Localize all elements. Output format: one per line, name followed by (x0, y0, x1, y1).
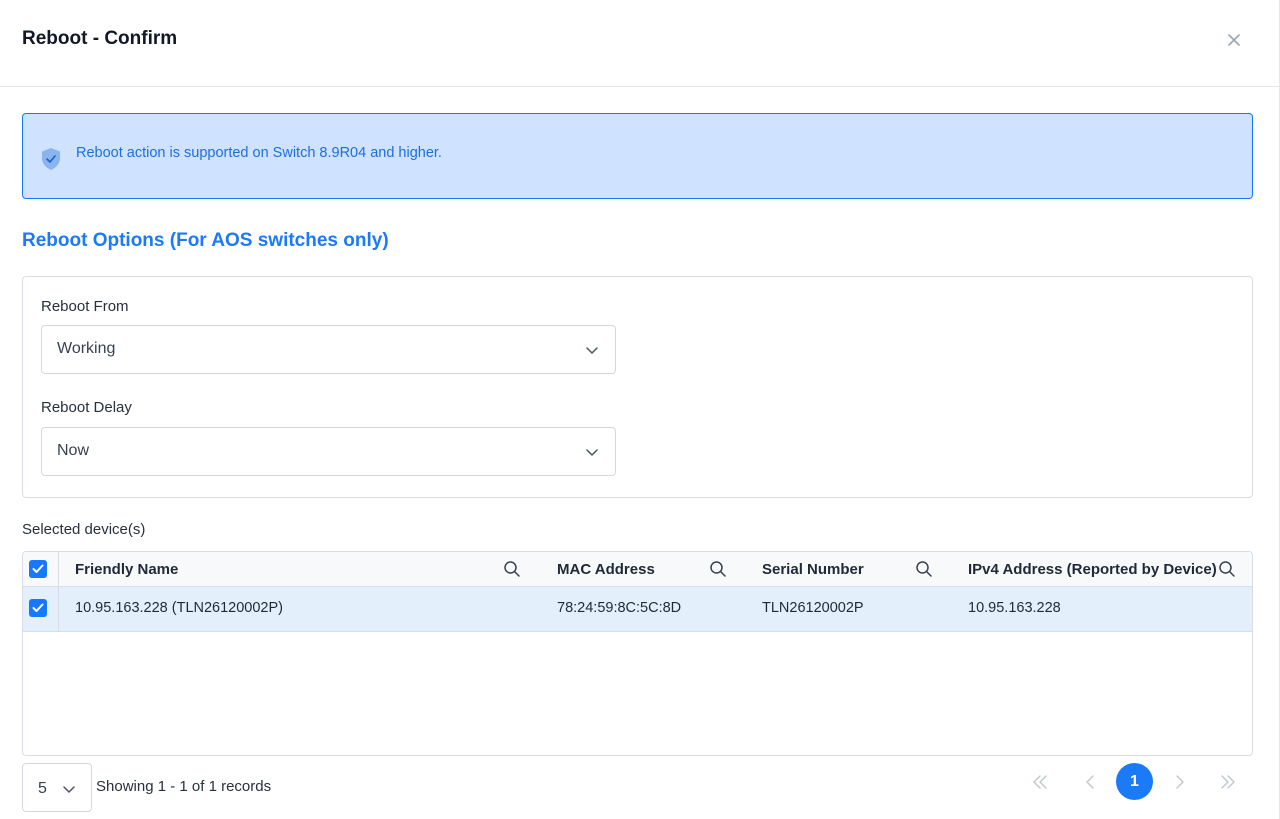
search-icon[interactable] (915, 560, 933, 578)
check-icon (32, 564, 44, 573)
column-mac-address[interactable]: MAC Address (557, 561, 655, 578)
close-button[interactable] (1222, 28, 1246, 52)
select-all-checkbox[interactable] (29, 560, 47, 578)
selected-devices-label: Selected device(s) (22, 521, 146, 538)
search-icon[interactable] (709, 560, 727, 578)
reboot-from-select[interactable]: Working (41, 325, 616, 374)
shield-check-icon (42, 148, 60, 170)
table-header: Friendly Name MAC Address Serial Number … (23, 552, 1252, 587)
chevron-down-icon (586, 347, 598, 354)
reboot-from-label: Reboot From (41, 298, 129, 315)
column-ipv4-address[interactable]: IPv4 Address (Reported by Device) (968, 561, 1217, 578)
checkbox-column-divider (58, 552, 59, 631)
column-serial-number[interactable]: Serial Number (762, 561, 864, 578)
row-checkbox[interactable] (29, 599, 47, 617)
alert-message: Reboot action is supported on Switch 8.9… (76, 145, 442, 161)
reboot-options-title: Reboot Options (For AOS switches only) (22, 230, 389, 251)
cell-ipv4-address: 10.95.163.228 (968, 600, 1061, 616)
reboot-delay-value: Now (57, 442, 90, 459)
last-page-icon[interactable] (1215, 769, 1241, 795)
reboot-delay-label: Reboot Delay (41, 399, 132, 416)
page-size-select[interactable]: 5 (22, 763, 92, 812)
cell-friendly-name: 10.95.163.228 (TLN26120002P) (75, 600, 283, 616)
cell-serial-number: TLN26120002P (762, 600, 864, 616)
cell-mac-address: 78:24:59:8C:5C:8D (557, 600, 682, 616)
reboot-delay-select[interactable]: Now (41, 427, 616, 476)
next-page-icon[interactable] (1166, 769, 1192, 795)
reboot-confirm-dialog: Reboot - Confirm Reboot action is suppor… (0, 0, 1280, 819)
search-icon[interactable] (503, 560, 521, 578)
chevron-down-icon (63, 786, 75, 793)
check-icon (32, 603, 44, 612)
table-row[interactable]: 10.95.163.228 (TLN26120002P) 78:24:59:8C… (23, 587, 1252, 632)
first-page-icon[interactable] (1027, 769, 1053, 795)
records-summary: Showing 1 - 1 of 1 records (96, 778, 272, 795)
search-icon[interactable] (1218, 560, 1236, 578)
page-button-current[interactable]: 1 (1116, 763, 1153, 800)
devices-table: Friendly Name MAC Address Serial Number … (22, 551, 1253, 756)
previous-page-icon[interactable] (1078, 769, 1104, 795)
close-icon (1228, 34, 1240, 46)
reboot-from-value: Working (57, 340, 116, 357)
chevron-down-icon (586, 449, 598, 456)
info-alert: Reboot action is supported on Switch 8.9… (22, 113, 1253, 199)
page-size-value: 5 (38, 780, 47, 797)
dialog-header: Reboot - Confirm (0, 0, 1279, 87)
reboot-options-panel: Reboot From Working Reboot Delay Now (22, 276, 1253, 498)
dialog-title: Reboot - Confirm (22, 28, 178, 49)
column-friendly-name[interactable]: Friendly Name (75, 561, 178, 578)
